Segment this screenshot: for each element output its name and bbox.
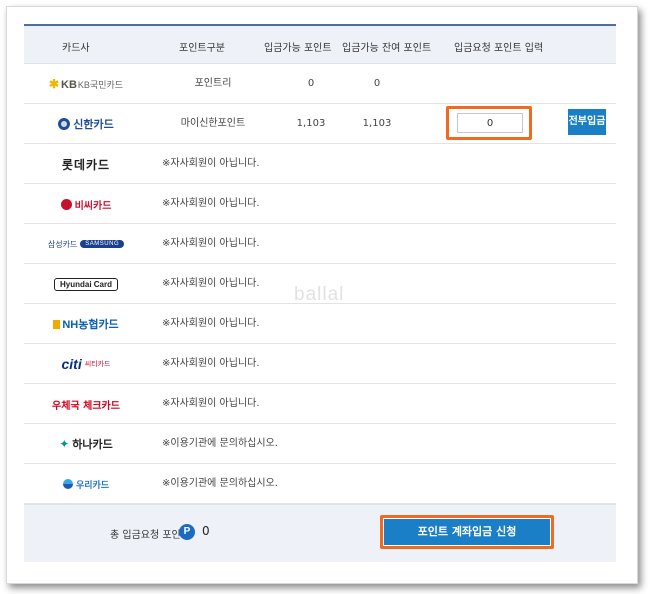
header-type: 포인트구분 (179, 43, 225, 54)
row-notice: ※자사회원이 아닙니다. (162, 398, 260, 409)
table-header: 카드사 포인트구분 입금가능 포인트 입금가능 잔여 포인트 입금요청 포인트 … (24, 24, 616, 64)
total-request-value: 0 (202, 524, 210, 538)
point-deposit-panel: 카드사 포인트구분 입금가능 포인트 입금가능 잔여 포인트 입금요청 포인트 … (24, 22, 616, 562)
header-card: 카드사 (62, 43, 90, 54)
row-notice: ※자사회원이 아닙니다. (162, 358, 260, 369)
total-request-label: 총 입금요청 포인트 (110, 530, 190, 541)
citi-card-logo: citi 씨티카드 (61, 356, 111, 372)
samsung-card-logo: 삼성카드 SAMSUNG (24, 224, 148, 264)
row-notice: ※자사회원이 아닙니다. (162, 158, 260, 169)
header-request: 입금요청 포인트 입력 (454, 43, 544, 54)
shinhan-emblem-icon (58, 118, 71, 130)
summary-footer: 총 입금요청 포인트 P 0 포인트 계좌입금 신청 (24, 504, 616, 562)
deposit-all-button[interactable]: 전부입금 (568, 109, 606, 135)
point-badge-icon: P (179, 524, 195, 540)
row-notice: ※자사회원이 아닙니다. (162, 198, 260, 209)
point-type: 마이신한포인트 (180, 118, 246, 129)
kb-star-icon: ✱ (48, 77, 60, 91)
header-remaining: 입금가능 잔여 포인트 (342, 43, 432, 54)
table-row-samsung: 삼성카드 SAMSUNG ※자사회원이 아닙니다. (24, 224, 616, 264)
woori-card-logo: 우리카드 (24, 464, 148, 504)
table-row-lotte: 롯데카드 ※자사회원이 아닙니다. (24, 144, 616, 184)
table-row-hana: ✦ 하나카드 ※이용기관에 문의하십시오. (24, 424, 616, 464)
point-type: 포인트리 (194, 78, 232, 89)
remaining-points: 0 (373, 78, 381, 89)
hana-card-logo: ✦ 하나카드 (59, 437, 113, 451)
shinhan-card-logo: 신한카드 (24, 104, 148, 144)
woori-emblem-icon (62, 479, 73, 489)
request-point-input[interactable] (457, 113, 523, 133)
row-notice: ※자사회원이 아닙니다. (162, 318, 260, 329)
bc-emblem-icon (60, 198, 72, 210)
watermark: ballal (294, 284, 345, 305)
post-check-card-logo: 우체국 체크카드 (52, 400, 120, 412)
bc-card-logo: 비씨카드 (24, 184, 148, 224)
kb-card-logo: ✱ KBKB국민카드 (48, 77, 124, 91)
table-row-citi: citi 씨티카드 ※자사회원이 아닙니다. (24, 344, 616, 384)
available-points: 0 (307, 78, 315, 89)
table-row-bc: 비씨카드 ※자사회원이 아닙니다. (24, 184, 616, 224)
remaining-points: 1,103 (362, 118, 392, 129)
available-points: 1,103 (296, 118, 326, 129)
table-row-nh: NH농협카드 ※자사회원이 아닙니다. (24, 304, 616, 344)
hyundai-card-logo: Hyundai Card (24, 264, 148, 304)
row-notice: ※이용기관에 문의하십시오. (162, 438, 278, 449)
header-available: 입금가능 포인트 (264, 43, 332, 54)
row-notice: ※이용기관에 문의하십시오. (162, 478, 278, 489)
row-notice: ※자사회원이 아닙니다. (162, 238, 260, 249)
table-row-kb: ✱ KBKB국민카드 포인트리 0 0 (24, 64, 616, 104)
row-notice: ※자사회원이 아닙니다. (162, 278, 260, 289)
table-row-post: 우체국 체크카드 ※자사회원이 아닙니다. (24, 384, 616, 424)
table-row-woori: 우리카드 ※이용기관에 문의하십시오. (24, 464, 616, 504)
submit-deposit-button[interactable]: 포인트 계좌입금 신청 (384, 519, 550, 545)
lotte-card-logo: 롯데카드 (61, 157, 111, 172)
nh-card-logo: NH농협카드 (24, 304, 148, 344)
hana-emblem-icon: ✦ (59, 437, 70, 451)
nh-emblem-icon (53, 319, 61, 329)
